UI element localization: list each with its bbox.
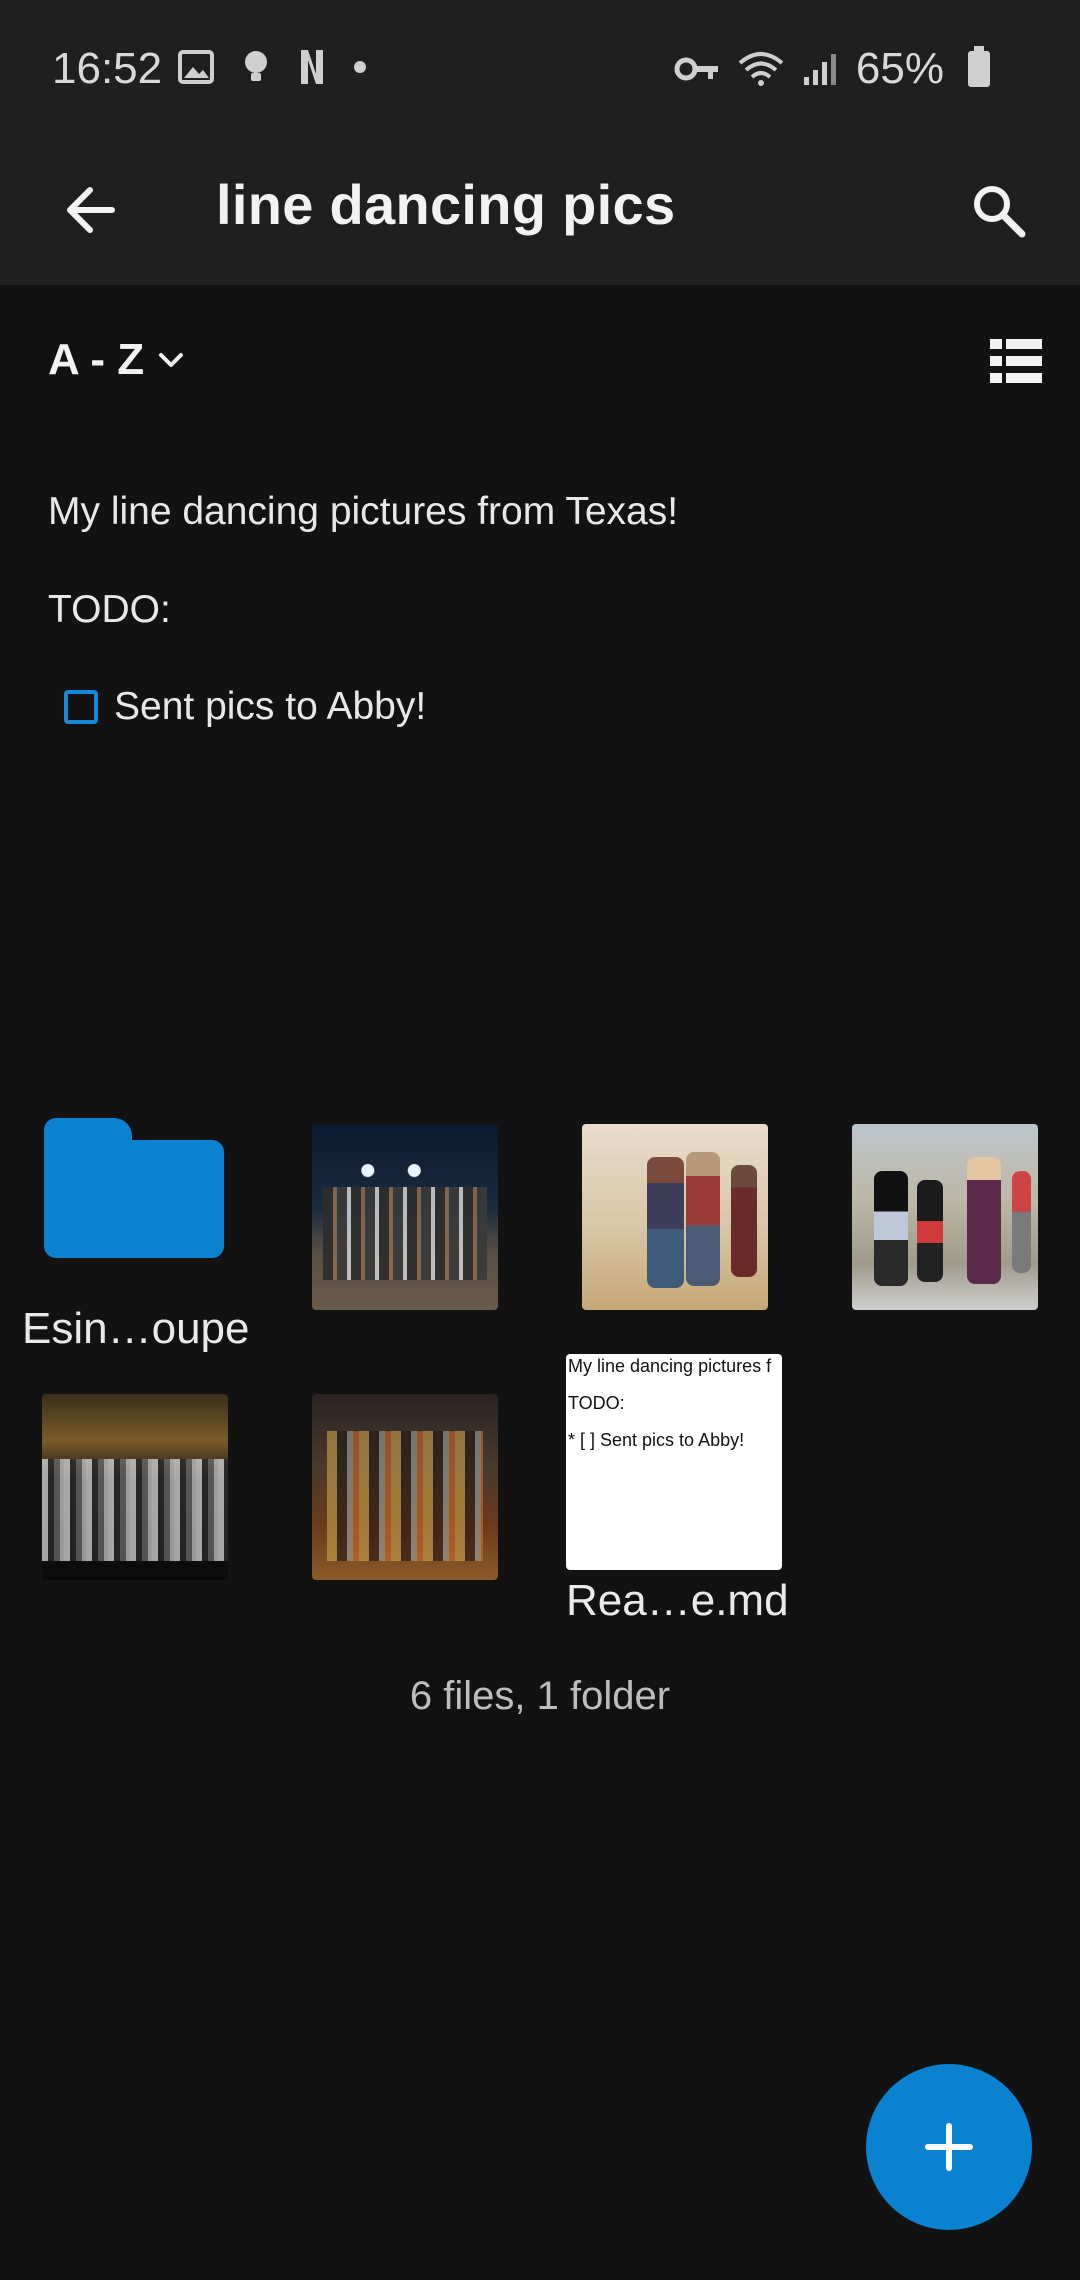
sort-order-label: A - Z [48,335,145,384]
readme-todo-heading: TODO: [48,588,171,631]
add-button[interactable] [866,2064,1032,2230]
image-thumbnail [312,1394,498,1580]
folder-name: Esin…oupe [22,1304,250,1353]
signal-strength-icon [803,54,836,85]
chevron-down-icon [159,353,184,367]
vpn-key-icon [674,57,718,81]
document-preview-line: My line dancing pictures f [568,1356,772,1376]
list-view-icon[interactable] [990,339,1042,383]
page-title: line dancing pics [216,173,676,236]
todo-item-label: Sent pics to Abby! [114,685,427,728]
folder-summary: 6 files, 1 folder [409,1674,671,1718]
sort-order-dropdown[interactable]: A - Z [48,335,186,385]
folder-item[interactable]: Esin…oupe [22,1118,252,1354]
lightbulb-notification-icon [245,51,267,81]
battery-percentage: 65% [855,44,944,93]
image-thumbnail [582,1124,768,1310]
netflix-notification-icon [301,50,323,84]
todo-item: Sent pics to Abby! [64,685,426,729]
document-name: Rea…e.md [566,1576,789,1625]
image-thumbnail [852,1124,1038,1310]
search-button[interactable] [956,168,1040,252]
image-file-item[interactable] [42,1394,272,1580]
image-thumbnail [42,1394,228,1580]
image-file-item[interactable] [312,1394,542,1580]
readme-description: My line dancing pictures from Texas! [48,490,679,533]
app-bar: line dancing pics [0,140,1080,285]
arrow-left-icon [67,187,115,233]
image-file-item[interactable] [582,1124,812,1310]
status-bar: 16:52 65% [0,0,1080,140]
more-notifications-dot-icon [354,61,366,73]
wifi-icon [738,52,784,86]
status-system-icons: 65% [674,44,990,94]
document-preview-line: TODO: [568,1393,625,1413]
status-notification-icons [178,48,366,86]
battery-icon [968,46,990,87]
back-button[interactable] [50,170,130,250]
search-icon [974,186,1026,238]
document-preview-line: * [ ] Sent pics to Abby! [568,1430,745,1450]
gallery-notification-icon [178,50,214,84]
image-thumbnail [312,1124,498,1310]
document-preview-thumbnail: My line dancing pictures f TODO: * [ ] S… [566,1354,782,1570]
document-file-item[interactable]: My line dancing pictures f TODO: * [ ] S… [566,1354,796,1626]
status-time: 16:52 [52,44,163,93]
image-file-item[interactable] [852,1124,1080,1310]
sort-bar: A - Z [0,285,1080,435]
todo-checkbox[interactable] [64,690,98,724]
image-file-item[interactable] [312,1124,542,1310]
folder-icon [44,1118,224,1258]
plus-icon [925,2123,973,2171]
